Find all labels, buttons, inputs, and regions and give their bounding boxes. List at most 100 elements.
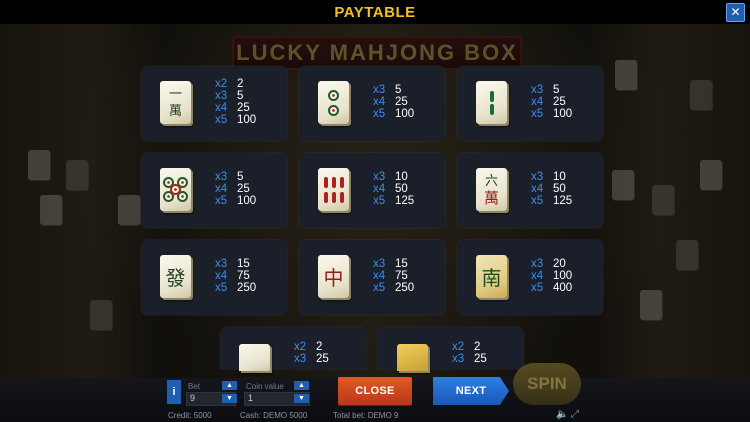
partial-tile-left-icon <box>239 344 270 371</box>
info-button[interactable]: i <box>167 380 181 404</box>
payout-value: 25 <box>237 183 250 195</box>
payout-value: 15 <box>395 258 408 270</box>
multiplier: x3 <box>294 353 307 365</box>
paytable-card-two-bamboo: x3 5 x4 25 x5 100 <box>457 66 603 141</box>
multiplier: x3 <box>215 90 228 102</box>
paytable-card-red-dragon: 中 x3 15 x4 75 x5 250 <box>299 240 445 315</box>
payout-value: 2 <box>237 78 244 90</box>
fullscreen-icon[interactable]: ⤢ <box>571 409 579 420</box>
payout-value: 5 <box>553 84 560 96</box>
credit-status: Credit: 5000 <box>168 411 212 420</box>
multiplier: x4 <box>373 183 386 195</box>
payout-value: 25 <box>474 353 487 365</box>
six-bamboo-tile-icon <box>318 168 349 211</box>
payout-list: x3 5 x4 25 x5 100 <box>373 84 414 120</box>
payout-value: 250 <box>237 282 257 294</box>
multiplier: x3 <box>531 258 544 270</box>
payout-list: x3 5 x4 25 x5 100 <box>531 84 572 120</box>
payout-value: 125 <box>553 195 573 207</box>
paytable-card-two-circles: x3 5 x4 25 x5 100 <box>299 66 445 141</box>
payout-value: 100 <box>553 270 573 282</box>
bet-label: Bet <box>188 382 201 391</box>
multiplier: x2 <box>452 341 465 353</box>
coin-up-button[interactable]: ▲ <box>294 381 309 390</box>
multiplier: x4 <box>215 270 228 282</box>
payout-value: 50 <box>395 183 408 195</box>
payout-list: x2 2 x3 25 <box>294 341 329 365</box>
coin-value-label: Coin value <box>246 382 284 391</box>
paytable-card-green-dragon: 發 x3 15 x4 75 x5 250 <box>141 240 287 315</box>
spin-button[interactable]: SPIN <box>513 363 581 405</box>
payout-value: 5 <box>395 84 402 96</box>
bet-value: 9 <box>190 393 196 403</box>
paytable-card-partial-right: x2 2 x3 25 <box>378 327 524 371</box>
payout-value: 25 <box>237 102 250 114</box>
payout-value: 5 <box>237 171 244 183</box>
payout-list: x3 10 x4 50 x5 125 <box>531 171 572 207</box>
multiplier: x5 <box>373 282 386 294</box>
bet-down-button[interactable]: ▼ <box>222 394 237 403</box>
multiplier: x4 <box>531 270 544 282</box>
multiplier: x3 <box>215 171 228 183</box>
multiplier: x3 <box>373 171 386 183</box>
sound-icon[interactable]: 🔈 <box>556 409 568 420</box>
five-circles-tile-icon <box>160 168 191 211</box>
two-bamboo-tile-icon <box>476 81 507 124</box>
payout-value: 15 <box>237 258 250 270</box>
payout-value: 20 <box>553 258 566 270</box>
multiplier: x3 <box>452 353 465 365</box>
multiplier: x5 <box>215 114 228 126</box>
payout-value: 10 <box>553 171 566 183</box>
bet-up-button[interactable]: ▲ <box>222 381 237 390</box>
multiplier: x3 <box>373 258 386 270</box>
six-character-tile-icon: 六萬 <box>476 168 507 211</box>
one-character-tile-icon: 一萬 <box>160 81 191 124</box>
payout-list: x3 20 x4 100 x5 400 <box>531 258 572 294</box>
close-icon[interactable]: ✕ <box>726 3 745 22</box>
payout-value: 25 <box>316 353 329 365</box>
multiplier: x2 <box>294 341 307 353</box>
close-button[interactable]: CLOSE <box>338 377 412 405</box>
payout-list: x3 5 x4 25 x5 100 <box>215 171 256 207</box>
payout-value: 2 <box>316 341 323 353</box>
paytable-header: PAYTABLE ✕ <box>0 0 750 24</box>
payout-value: 75 <box>237 270 250 282</box>
payout-list: x3 15 x4 75 x5 250 <box>215 258 256 294</box>
paytable-card-five-circles: x3 5 x4 25 x5 100 <box>141 153 287 228</box>
payout-value: 100 <box>553 108 573 120</box>
paytable-card-six-bamboo: x3 10 x4 50 x5 125 <box>299 153 445 228</box>
green-dragon-tile-icon: 發 <box>160 255 191 298</box>
multiplier: x5 <box>531 195 544 207</box>
red-dragon-tile-icon: 中 <box>318 255 349 298</box>
payout-list: x3 15 x4 75 x5 250 <box>373 258 414 294</box>
partial-tile-right-icon <box>397 344 428 371</box>
multiplier: x5 <box>373 195 386 207</box>
payout-list: x2 2 x3 25 <box>452 341 487 365</box>
paytable-card-one-character: 一萬 x2 2 x3 5 x4 25 x5 100 <box>141 66 287 141</box>
multiplier: x5 <box>531 108 544 120</box>
payout-list: x3 10 x4 50 x5 125 <box>373 171 414 207</box>
south-wind-tile-icon: 南 <box>476 255 507 298</box>
payout-value: 5 <box>237 90 244 102</box>
multiplier: x4 <box>373 270 386 282</box>
payout-value: 400 <box>553 282 573 294</box>
multiplier: x3 <box>531 84 544 96</box>
payout-value: 100 <box>237 195 257 207</box>
multiplier: x4 <box>215 102 228 114</box>
multiplier: x4 <box>531 96 544 108</box>
coin-down-button[interactable]: ▼ <box>294 394 309 403</box>
payout-value: 75 <box>395 270 408 282</box>
payout-value: 100 <box>395 108 415 120</box>
payout-value: 25 <box>553 96 566 108</box>
multiplier: x4 <box>215 183 228 195</box>
cash-status: Cash: DEMO 5000 <box>240 411 308 420</box>
multiplier: x5 <box>373 108 386 120</box>
paytable-card-six-character: 六萬 x3 10 x4 50 x5 125 <box>457 153 603 228</box>
payout-value: 125 <box>395 195 415 207</box>
page-title: PAYTABLE <box>334 3 416 21</box>
multiplier: x2 <box>215 78 228 90</box>
payout-value: 2 <box>474 341 481 353</box>
payout-list: x2 2 x3 5 x4 25 x5 100 <box>215 78 256 126</box>
payout-value: 25 <box>395 96 408 108</box>
next-button[interactable]: NEXT <box>433 377 509 405</box>
